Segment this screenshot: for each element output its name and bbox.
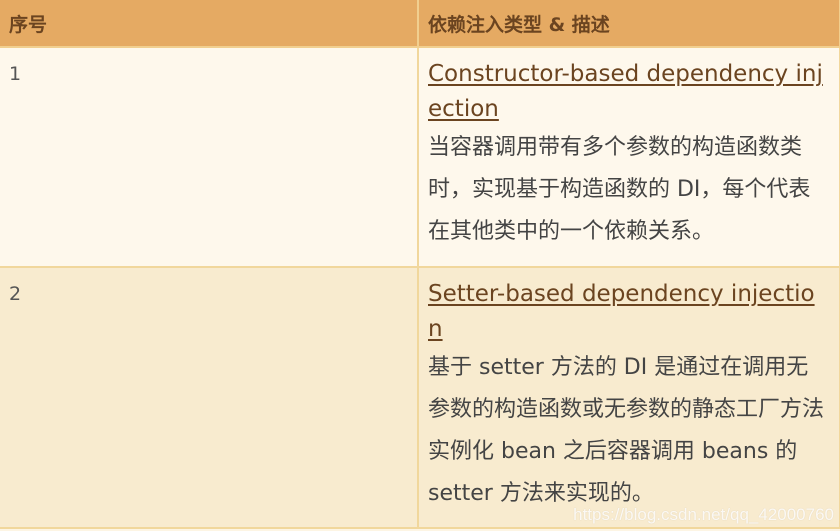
row-number: 1: [0, 47, 419, 268]
header-type-description: 依赖注入类型 & 描述: [418, 0, 840, 48]
table-row: 2 Setter-based dependency injection 基于 s…: [0, 267, 840, 529]
row-description-cell: Setter-based dependency injection 基于 set…: [418, 267, 840, 529]
watermark: https://blog.csdn.net/qq_42000760: [573, 505, 834, 524]
table-header-row: 序号 依赖注入类型 & 描述: [0, 0, 840, 48]
setter-di-link[interactable]: Setter-based dependency injection: [428, 277, 829, 347]
row-description: 当容器调用带有多个参数的构造函数类时，实现基于构造函数的 DI，每个代表在其他类…: [428, 135, 811, 244]
header-number: 序号: [0, 0, 419, 48]
row-number: 2: [0, 267, 419, 529]
dependency-injection-table: 序号 依赖注入类型 & 描述 1 Constructor-based depen…: [0, 0, 840, 529]
row-description-cell: Constructor-based dependency injection 当…: [418, 47, 840, 268]
table-row: 1 Constructor-based dependency injection…: [0, 47, 840, 268]
row-description: 基于 setter 方法的 DI 是通过在调用无参数的构造函数或无参数的静态工厂…: [428, 355, 825, 506]
constructor-di-link[interactable]: Constructor-based dependency injection: [428, 57, 829, 127]
